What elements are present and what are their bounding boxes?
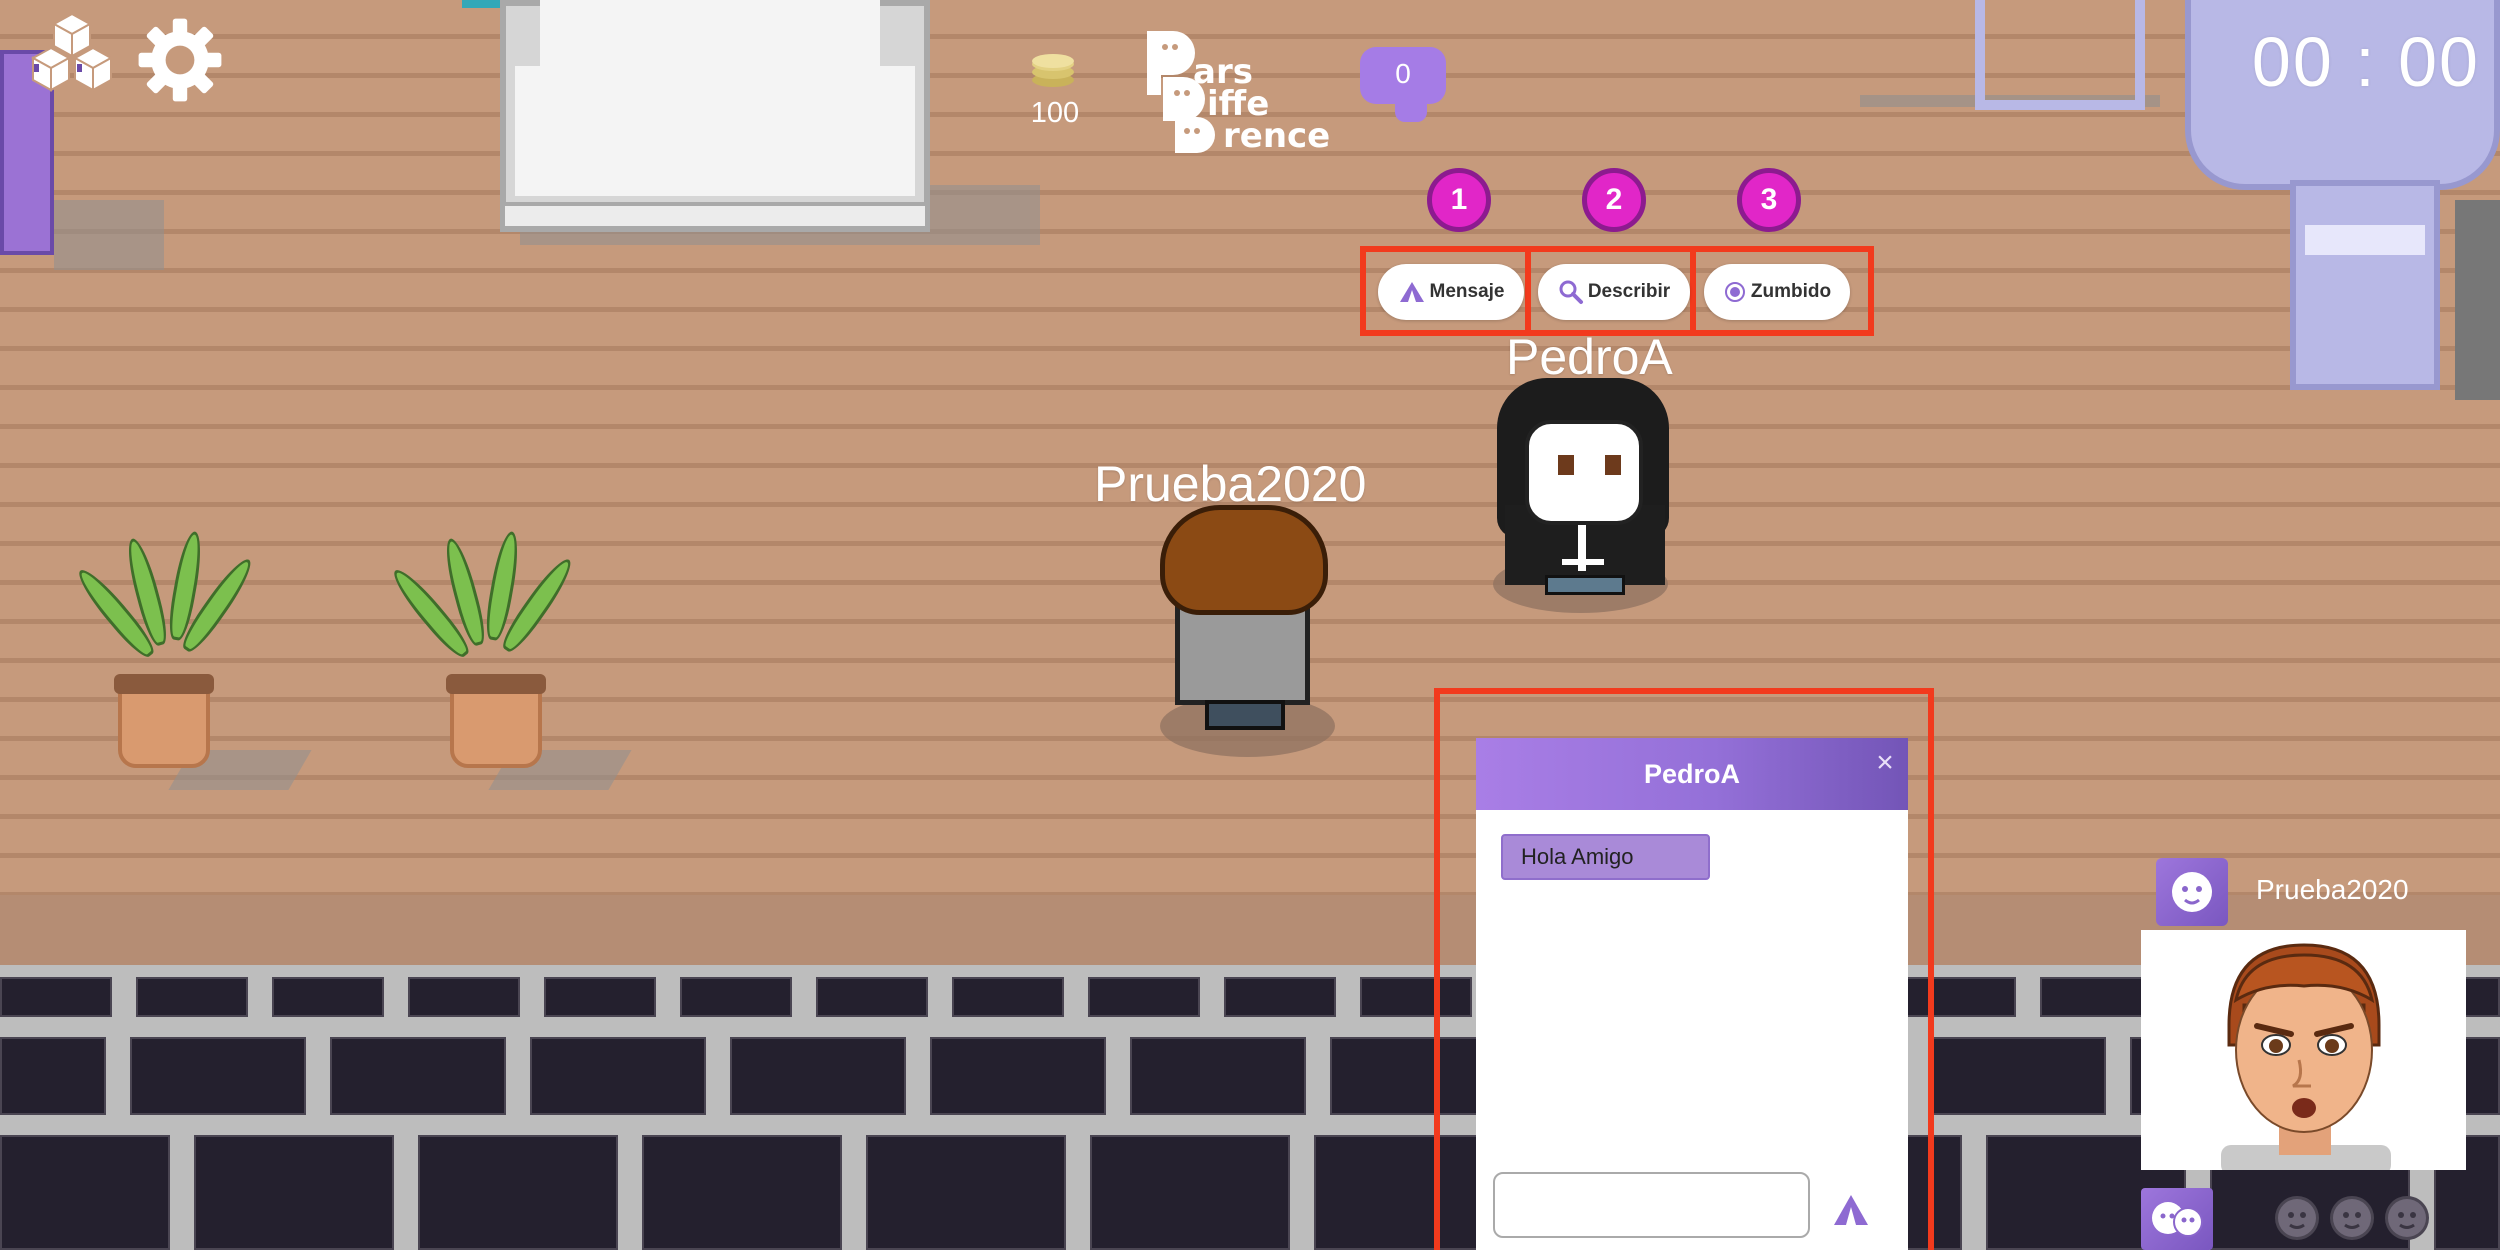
lavender-chair (1975, 0, 2145, 110)
player-panel-name: Prueba2020 (2256, 874, 2409, 905)
desk-edge (505, 202, 925, 226)
wall-brick (530, 1037, 706, 1115)
send-triangle-icon (1399, 282, 1424, 302)
describir-label: Describir (1587, 281, 1671, 302)
avatar-mask-icon[interactable] (2156, 858, 2228, 926)
wall-brick (330, 1037, 506, 1115)
wall-brick (1224, 977, 1336, 1017)
wall-brick (0, 1037, 106, 1115)
wall-brick (1088, 977, 1200, 1017)
emotion-face-icon[interactable] (2385, 1196, 2429, 1240)
wall-brick (1130, 1037, 1306, 1115)
message-count-badge[interactable]: 0 (1360, 47, 1446, 104)
cubes-icon[interactable] (25, 12, 120, 104)
desk-surface (515, 66, 915, 196)
wall-brick (816, 977, 928, 1017)
pars-diffe-rence-logo: ars iffe rence (1143, 25, 1330, 155)
chat-title: PedroA (1643, 759, 1741, 789)
furniture-shadow (54, 200, 164, 270)
wall-brick (866, 1135, 1066, 1250)
wall-brick (0, 1135, 170, 1250)
wall-brick (952, 977, 1064, 1017)
zumbido-button[interactable]: Zumbido (1704, 264, 1850, 320)
floor-edge (0, 895, 2500, 965)
action-number-1: 1 (1427, 168, 1491, 232)
wall-brick (136, 977, 248, 1017)
wall-brick (730, 1037, 906, 1115)
close-icon[interactable]: × (1870, 748, 1900, 778)
send-icon[interactable] (1832, 1193, 1870, 1227)
wall-brick (1090, 1135, 1290, 1250)
describir-button[interactable]: Describir (1538, 264, 1690, 320)
gear-icon[interactable] (135, 15, 225, 105)
mensaje-label: Mensaje (1429, 281, 1505, 302)
brick-wall (0, 965, 2500, 1250)
player-avatar (2141, 930, 2466, 1170)
chat-message-input[interactable] (1493, 1172, 1810, 1238)
desk-top (540, 0, 880, 70)
masks-icon[interactable] (2141, 1188, 2213, 1250)
wall-brick (130, 1037, 306, 1115)
action-number-3: 3 (1737, 168, 1801, 232)
coins-count: 100 (1030, 97, 1080, 129)
mensaje-button[interactable]: Mensaje (1378, 264, 1524, 320)
wall-brick (642, 1135, 842, 1250)
table-leg (2290, 180, 2440, 390)
zumbido-label: Zumbido (1750, 281, 1832, 302)
wall-brick (408, 977, 520, 1017)
buzz-circle-icon (1724, 282, 1745, 302)
wall-brick (0, 977, 112, 1017)
wall-brick (418, 1135, 618, 1250)
player-name-label: Prueba2020 (1094, 456, 1367, 512)
wall-brick (680, 977, 792, 1017)
table-highlight (2305, 225, 2425, 255)
wall-brick (2040, 977, 2152, 1017)
other-name-label: PedroA (1506, 329, 1673, 385)
wall-brick (930, 1037, 1106, 1115)
coins-icon (1032, 54, 1074, 87)
game-timer: 00 : 00 (2251, 23, 2480, 101)
chat-message: Hola Amigo (1501, 834, 1710, 880)
emotion-face-icon[interactable] (2275, 1196, 2319, 1240)
wall-brick (194, 1135, 394, 1250)
chat-window: PedroA × Hola Amigo (1476, 738, 1908, 1250)
wall-brick (1930, 1037, 2106, 1115)
wall-brick (544, 977, 656, 1017)
grey-block (2455, 200, 2500, 400)
game-scene[interactable]: Prueba2020 PedroA (0, 0, 2500, 1250)
emotion-face-icon[interactable] (2330, 1196, 2374, 1240)
action-number-2: 2 (1582, 168, 1646, 232)
logo-line-3: rence (1223, 116, 1331, 156)
magnifier-icon (1559, 280, 1583, 304)
wall-brick (272, 977, 384, 1017)
